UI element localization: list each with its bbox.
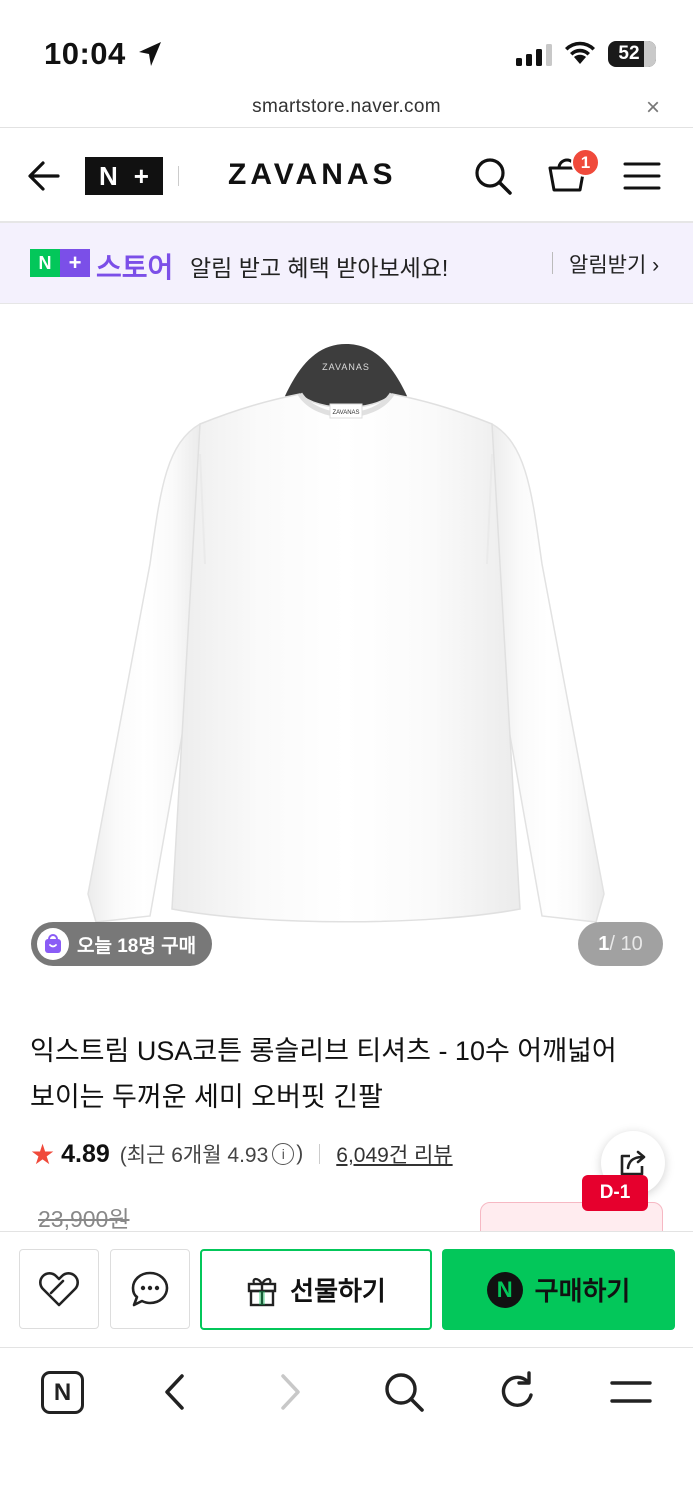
talk-talk-button[interactable] — [110, 1249, 190, 1329]
logo-n: N — [30, 249, 60, 277]
like-button[interactable] — [19, 1249, 99, 1329]
status-time: 10:04 — [44, 36, 126, 71]
buyers-today-badge: 오늘 18명 구매 — [31, 922, 213, 966]
screen: 10:04 52 smartstore.naver.com × N + ZAVA… — [0, 0, 693, 1500]
chevron-right-icon[interactable] — [275, 1372, 305, 1412]
signal-icon — [516, 44, 552, 66]
product-image[interactable]: ZAVANAS ZAVANAS — [0, 304, 693, 994]
review-count-link[interactable]: 6,049건 리뷰 — [336, 1139, 452, 1169]
battery-indicator: 52 — [608, 41, 656, 67]
store-word: 스토어 — [96, 252, 174, 283]
naver-plus-logo[interactable]: N + — [85, 157, 163, 195]
svg-text:ZAVANAS: ZAVANAS — [322, 362, 370, 372]
divider — [319, 1144, 321, 1164]
recent-rating-close: ) — [296, 1142, 304, 1165]
refresh-icon[interactable] — [498, 1371, 538, 1413]
chevron-left-icon[interactable] — [160, 1372, 190, 1412]
product-title-line: 익스트림 USA코튼 롱슬리브 티셔츠 - 10수 어깨넓어 — [30, 1036, 617, 1066]
gift-icon — [247, 1277, 277, 1306]
divider — [0, 1347, 693, 1348]
logo-plus: + — [60, 249, 90, 277]
logo-n: N — [99, 161, 118, 191]
location-arrow-icon — [139, 42, 161, 66]
original-price: 23,900원 — [38, 1206, 130, 1232]
url-bar[interactable]: smartstore.naver.com — [0, 96, 693, 118]
cart-count-badge: 1 — [571, 148, 600, 177]
coupon-dday-badge: D-1 — [582, 1175, 648, 1211]
hamburger-menu-icon[interactable] — [609, 1378, 653, 1406]
hamburger-menu-icon[interactable] — [623, 162, 661, 190]
subscribe-alerts-button[interactable]: 알림받기 › — [569, 249, 659, 279]
recent-rating-text: (최근 6개월 4.93 — [119, 1144, 269, 1167]
logo-plus: + — [133, 161, 149, 191]
image-page-indicator: 1 / 10 — [578, 922, 663, 966]
search-icon[interactable] — [383, 1371, 425, 1413]
gift-button[interactable]: 선물하기 — [200, 1249, 432, 1330]
talk-bubble-icon — [131, 1271, 169, 1307]
back-arrow-icon[interactable] — [26, 158, 62, 194]
product-title-line: 보이는 두꺼운 세미 오버핏 긴팔 — [30, 1082, 383, 1112]
buyers-today-text: 오늘 18명 구매 — [77, 935, 197, 957]
close-icon[interactable]: × — [646, 94, 660, 122]
store-brand-name[interactable]: ZAVANAS — [228, 158, 397, 192]
heart-like-icon — [39, 1272, 79, 1307]
svg-text:ZAVANAS: ZAVANAS — [332, 410, 359, 416]
shopping-bag-icon — [37, 928, 69, 960]
gift-button-label: 선물하기 — [290, 1276, 386, 1306]
battery-level: 52 — [618, 43, 640, 64]
naver-home-button[interactable]: N — [41, 1371, 84, 1414]
divider — [0, 127, 693, 128]
star-icon: ★ — [30, 1138, 56, 1170]
divider — [178, 166, 179, 186]
naver-plus-store-logo: N + — [30, 249, 90, 277]
buy-button-label: 구매하기 — [534, 1276, 631, 1306]
page-current: 1 — [598, 932, 610, 955]
rating-value: 4.89 — [61, 1139, 110, 1168]
divider — [552, 252, 553, 274]
info-icon[interactable]: i — [272, 1143, 295, 1165]
rating-row: ★ 4.89 (최근 6개월 4.93 i ) 6,049건 리뷰 — [30, 1137, 453, 1171]
npay-icon: N — [486, 1271, 523, 1308]
banner-message: 알림 받고 혜택 받아보세요! — [190, 255, 449, 281]
buy-button[interactable]: N 구매하기 — [442, 1249, 675, 1330]
page-total: / 10 — [609, 932, 643, 955]
wifi-icon — [565, 41, 595, 64]
search-icon[interactable] — [473, 156, 513, 196]
product-title: 익스트림 USA코튼 롱슬리브 티셔츠 - 10수 어깨넓어 보이는 두꺼운 세… — [30, 1028, 670, 1120]
